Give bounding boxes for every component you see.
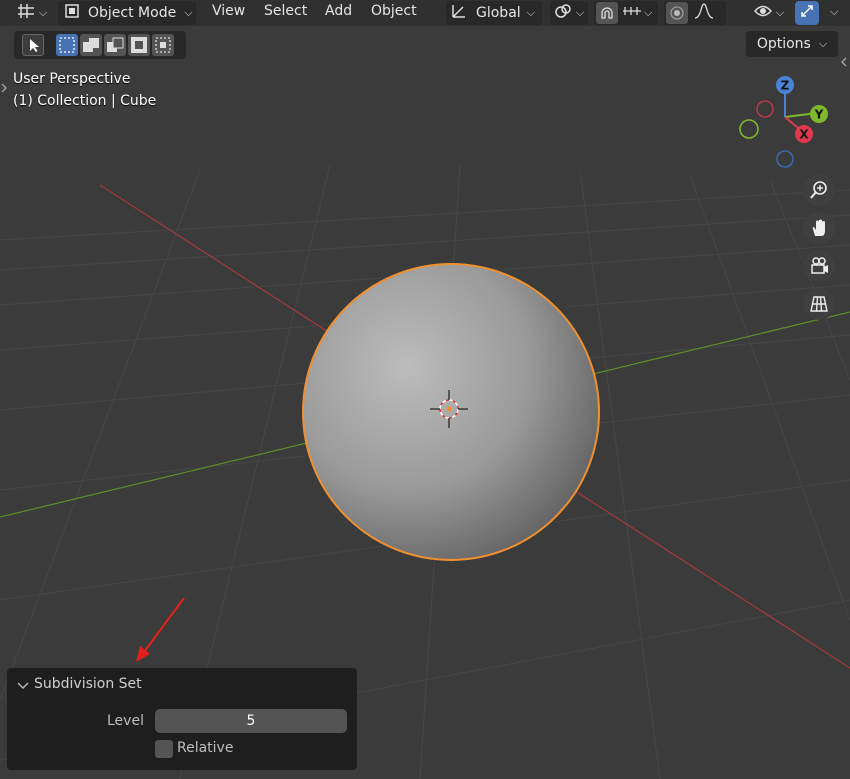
snap-increment-icon bbox=[622, 4, 642, 22]
gizmo-z-label: Z bbox=[781, 79, 790, 93]
select-invert-icon[interactable] bbox=[128, 34, 150, 56]
tool-settings-bar bbox=[14, 31, 186, 59]
snap-magnet-icon[interactable] bbox=[596, 2, 618, 24]
gizmo-neg-x-icon[interactable] bbox=[756, 100, 774, 118]
select-intersect-icon[interactable] bbox=[152, 34, 174, 56]
chevron-down-icon: ⌵ bbox=[818, 37, 828, 50]
chevron-down-icon: ⌵ bbox=[575, 6, 585, 19]
chevron-down-icon: ⌵ bbox=[775, 6, 785, 19]
collapse-chevron-icon[interactable] bbox=[17, 677, 29, 696]
grid-axes-icon bbox=[17, 2, 35, 24]
gizmo-y-label: Y bbox=[814, 108, 824, 122]
cursor-arrow-icon[interactable] bbox=[22, 34, 44, 56]
chevron-down-icon: ⌵ bbox=[38, 6, 48, 19]
gizmo-neg-z-icon[interactable] bbox=[776, 150, 794, 168]
editor-type-button[interactable]: ⌵ bbox=[14, 1, 50, 25]
viewport-canvas[interactable] bbox=[0, 0, 850, 779]
gizmo-neg-y-icon[interactable] bbox=[739, 119, 759, 139]
grid-ortho-icon[interactable] bbox=[803, 288, 835, 320]
gizmo-menu-chevron-icon[interactable]: ⌵ bbox=[830, 5, 838, 19]
object-mode-icon bbox=[64, 3, 80, 23]
visibility-selector[interactable]: ⌵ bbox=[750, 1, 788, 25]
pivot-icon bbox=[554, 2, 572, 24]
pan-hand-icon[interactable] bbox=[803, 212, 835, 244]
gizmo-toggle-button[interactable] bbox=[795, 1, 819, 25]
blender-3d-viewport[interactable]: ⌵ Object Mode ⌵ View Select Add Object G… bbox=[0, 0, 850, 779]
select-new-icon[interactable] bbox=[56, 34, 78, 56]
last-operator-panel: Subdivision Set Level 5 Relative bbox=[7, 668, 357, 770]
gizmo-x-label: X bbox=[799, 128, 809, 142]
mode-selector[interactable]: Object Mode ⌵ bbox=[58, 1, 196, 25]
select-subtract-icon[interactable] bbox=[104, 34, 126, 56]
collection-info-label: (1) Collection | Cube bbox=[13, 93, 157, 109]
chevron-down-icon: ⌵ bbox=[526, 6, 536, 19]
zoom-icon[interactable] bbox=[803, 174, 835, 206]
toolbar-expand-icon[interactable] bbox=[0, 78, 8, 98]
menu-add[interactable]: Add bbox=[325, 3, 352, 19]
level-label: Level bbox=[107, 713, 144, 729]
view-name-label: User Perspective bbox=[13, 71, 131, 87]
menu-view[interactable]: View bbox=[212, 3, 245, 19]
orientation-axes-icon bbox=[450, 2, 468, 24]
select-extend-icon[interactable] bbox=[80, 34, 102, 56]
operator-title[interactable]: Subdivision Set bbox=[34, 676, 142, 692]
gizmo-toggle-icon bbox=[799, 3, 815, 23]
camera-icon[interactable] bbox=[803, 250, 835, 282]
viewport-header: ⌵ Object Mode ⌵ View Select Add Object G… bbox=[0, 0, 850, 26]
menu-select[interactable]: Select bbox=[264, 3, 307, 19]
options-dropdown[interactable]: Options ⌵ bbox=[746, 31, 838, 57]
options-label: Options bbox=[756, 36, 811, 52]
transform-orientation-selector[interactable]: Global ⌵ bbox=[446, 1, 542, 25]
chevron-down-icon: ⌵ bbox=[184, 6, 193, 19]
selected-sphere[interactable] bbox=[302, 263, 600, 561]
visibility-eye-icon bbox=[753, 4, 772, 22]
relative-checkbox[interactable] bbox=[155, 740, 173, 758]
mode-label: Object Mode bbox=[88, 5, 177, 21]
relative-label[interactable]: Relative bbox=[177, 740, 233, 756]
snapping-group[interactable]: ⌵ bbox=[594, 1, 658, 25]
proportional-edit-group[interactable] bbox=[664, 1, 726, 25]
proportional-edit-icon[interactable] bbox=[666, 2, 688, 24]
orientation-label: Global bbox=[476, 5, 521, 21]
menu-object[interactable]: Object bbox=[371, 3, 417, 19]
navigation-gizmo[interactable]: Z Y X bbox=[735, 72, 835, 172]
falloff-curve-icon[interactable] bbox=[694, 3, 714, 23]
sidebar-expand-icon[interactable] bbox=[840, 52, 848, 72]
chevron-down-icon: ⌵ bbox=[644, 6, 653, 19]
level-field[interactable]: 5 bbox=[155, 709, 347, 733]
pivot-point-selector[interactable]: ⌵ bbox=[550, 1, 588, 25]
